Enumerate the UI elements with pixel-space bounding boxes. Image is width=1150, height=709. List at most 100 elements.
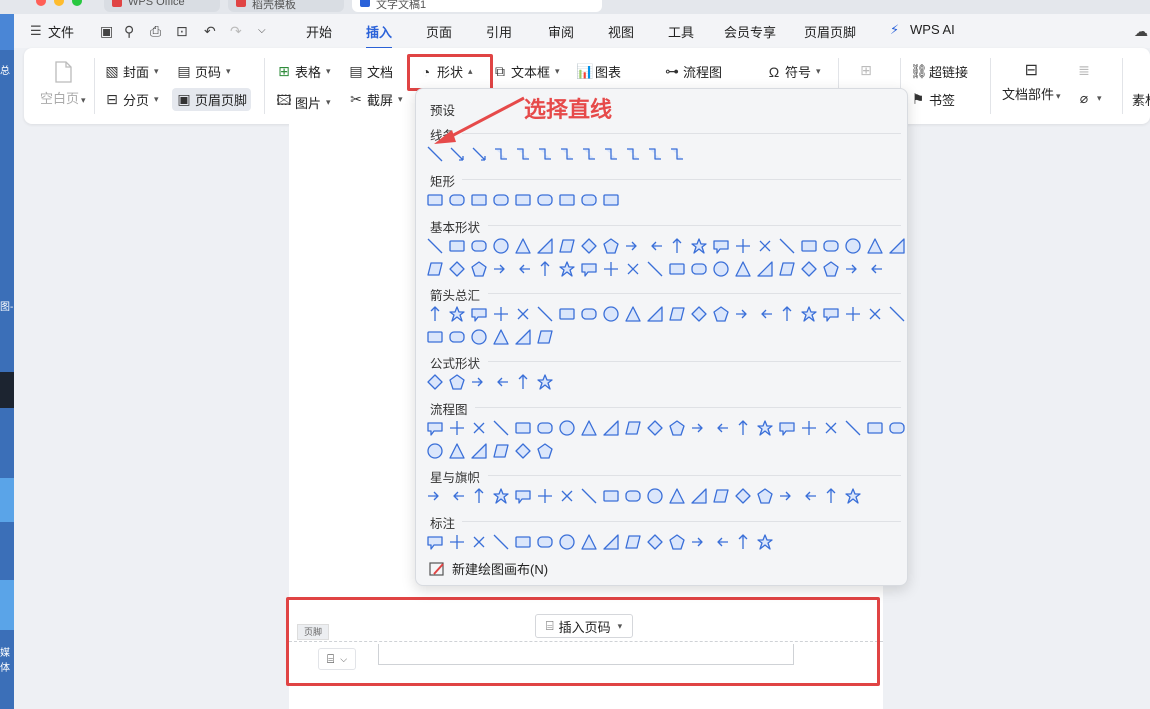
shape-item[interactable] [754, 417, 776, 439]
shape-item[interactable] [556, 143, 578, 165]
shape-item[interactable] [820, 417, 842, 439]
shape-item[interactable] [512, 371, 534, 393]
shape-item[interactable] [754, 303, 776, 325]
screenshot-button[interactable]: ✂ 截屏 ▾ [348, 90, 402, 109]
shape-item[interactable] [886, 417, 908, 439]
shape-item[interactable] [446, 326, 468, 348]
document-button[interactable]: ▤ 文档 [348, 62, 393, 81]
shape-item[interactable] [886, 235, 908, 257]
shape-item[interactable] [776, 235, 798, 257]
shape-item[interactable] [490, 417, 512, 439]
shape-item[interactable] [578, 258, 600, 280]
shape-item[interactable] [776, 258, 798, 280]
text-format-button[interactable]: ≣ [1076, 62, 1092, 79]
shape-item[interactable] [732, 531, 754, 553]
shape-item[interactable] [710, 485, 732, 507]
shape-item[interactable] [864, 303, 886, 325]
tab-wps-office[interactable]: WPS Office [104, 0, 220, 12]
shape-item[interactable] [534, 371, 556, 393]
add-comment-button[interactable]: ⊞ [858, 62, 874, 79]
shape-item[interactable] [622, 235, 644, 257]
shape-item[interactable] [644, 258, 666, 280]
shape-item[interactable] [490, 531, 512, 553]
shape-item[interactable] [490, 326, 512, 348]
shape-item[interactable] [424, 440, 446, 462]
shape-item[interactable] [600, 485, 622, 507]
shape-item[interactable] [556, 485, 578, 507]
shape-item[interactable] [512, 485, 534, 507]
shape-item[interactable] [512, 440, 534, 462]
shape-item[interactable] [468, 485, 490, 507]
close-window-icon[interactable] [36, 0, 46, 6]
print-preview-icon[interactable]: ⊡ [176, 23, 188, 40]
doc-parts-button[interactable]: ⊟ 文档部件 ▾ [1002, 60, 1061, 103]
shape-item[interactable] [446, 189, 468, 211]
shape-item[interactable] [556, 258, 578, 280]
shape-item[interactable] [490, 485, 512, 507]
header-footer-button[interactable]: ▣ 页眉页脚 [172, 88, 252, 111]
shape-item[interactable] [886, 303, 908, 325]
material-button[interactable]: 素材 [1132, 90, 1150, 109]
shape-item[interactable] [468, 417, 490, 439]
shape-item[interactable] [622, 485, 644, 507]
shape-item[interactable] [622, 303, 644, 325]
shape-item[interactable] [710, 531, 732, 553]
shape-item[interactable] [754, 485, 776, 507]
shape-item[interactable] [688, 417, 710, 439]
shape-item[interactable] [820, 258, 842, 280]
undo-icon[interactable]: ↶ [204, 23, 216, 40]
tab-document[interactable]: 文字文稿1 [352, 0, 602, 12]
shape-item[interactable] [710, 235, 732, 257]
shape-item[interactable] [820, 303, 842, 325]
shape-item[interactable] [534, 235, 556, 257]
shape-item[interactable] [600, 258, 622, 280]
shape-item[interactable] [578, 303, 600, 325]
shape-item[interactable] [842, 235, 864, 257]
shape-item[interactable] [666, 143, 688, 165]
shape-item[interactable] [842, 485, 864, 507]
attachment-button[interactable]: ⌀ ▾ [1076, 90, 1102, 107]
shape-item[interactable] [842, 258, 864, 280]
picture-button[interactable]: 🖾 图片 ▾ [276, 90, 330, 114]
shape-item[interactable] [512, 235, 534, 257]
export-icon[interactable]: ⚲ [124, 23, 134, 40]
shape-item[interactable] [754, 531, 776, 553]
shape-item[interactable] [490, 371, 512, 393]
file-menu[interactable]: 文件 [48, 22, 74, 41]
shape-item[interactable] [644, 235, 666, 257]
shape-item[interactable] [776, 303, 798, 325]
shape-item[interactable] [578, 189, 600, 211]
shape-item[interactable] [468, 326, 490, 348]
shape-item[interactable] [446, 258, 468, 280]
cloud-upload-icon[interactable]: ☁ [1134, 23, 1148, 40]
blank-page-button[interactable]: 空白页 ▾ [40, 60, 86, 107]
shape-item[interactable] [710, 417, 732, 439]
shape-item[interactable] [490, 440, 512, 462]
shape-item[interactable] [666, 258, 688, 280]
shape-item[interactable] [732, 235, 754, 257]
shape-item[interactable] [688, 258, 710, 280]
shape-item[interactable] [468, 371, 490, 393]
shape-item[interactable] [556, 235, 578, 257]
shape-item[interactable] [468, 258, 490, 280]
flowchart-button[interactable]: ⊶ 流程图 [664, 62, 722, 81]
shape-item[interactable] [600, 303, 622, 325]
shape-item[interactable] [710, 258, 732, 280]
shape-item[interactable] [424, 258, 446, 280]
tab-references[interactable]: 引用 [486, 22, 512, 41]
shape-item[interactable] [644, 417, 666, 439]
tab-view[interactable]: 视图 [608, 22, 634, 41]
tab-insert[interactable]: 插入 [366, 22, 393, 49]
shape-item[interactable] [490, 235, 512, 257]
shape-item[interactable] [468, 189, 490, 211]
save-icon[interactable]: ▣ [100, 23, 113, 40]
shape-item[interactable] [622, 143, 644, 165]
shape-item[interactable] [512, 417, 534, 439]
shape-item[interactable] [600, 531, 622, 553]
shape-item[interactable] [732, 485, 754, 507]
new-canvas-button[interactable]: 新建绘图画布(N) [428, 559, 548, 578]
shape-item[interactable] [600, 189, 622, 211]
shape-item[interactable] [534, 485, 556, 507]
shape-item[interactable] [424, 531, 446, 553]
shape-item[interactable] [534, 303, 556, 325]
